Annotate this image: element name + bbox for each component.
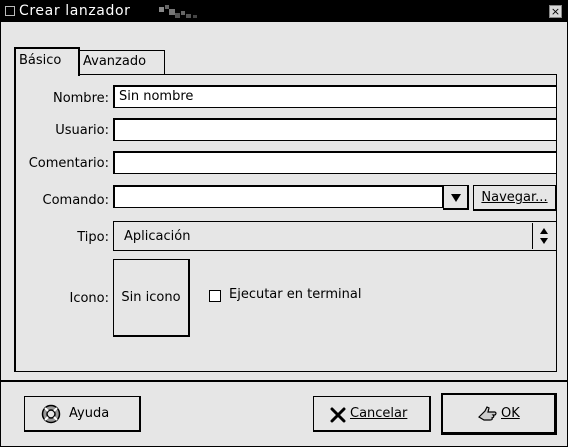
x-icon bbox=[330, 407, 346, 423]
ok-button[interactable]: OK bbox=[441, 393, 557, 435]
icon-button[interactable]: Sin icono bbox=[113, 259, 190, 337]
command-field[interactable] bbox=[113, 185, 443, 208]
user-field[interactable] bbox=[113, 118, 557, 141]
icon-label: Icono: bbox=[69, 291, 109, 306]
close-button[interactable]: × bbox=[549, 5, 562, 18]
browse-button-label: Navegar... bbox=[481, 190, 548, 205]
window-title: Crear lanzador bbox=[19, 3, 131, 19]
button-area-separator bbox=[1, 380, 567, 382]
window-menu-icon[interactable] bbox=[5, 6, 15, 16]
command-label: Comando: bbox=[42, 193, 110, 208]
type-value: Aplicación bbox=[124, 229, 191, 244]
icon-button-label: Sin icono bbox=[121, 290, 181, 305]
hand-ok-icon bbox=[478, 406, 497, 421]
down-arrow-icon bbox=[450, 194, 461, 202]
up-down-arrows-icon bbox=[540, 228, 548, 244]
name-field[interactable]: Sin nombre bbox=[113, 85, 557, 108]
command-history-dropdown[interactable] bbox=[443, 185, 469, 210]
create-launcher-window: Crear lanzador × Básico Avanzado Nombre:… bbox=[0, 0, 568, 447]
ok-button-label: OK bbox=[501, 406, 520, 421]
type-selector[interactable]: Aplicación bbox=[113, 221, 557, 251]
type-spinner[interactable] bbox=[532, 223, 554, 249]
titlebar-decoration-icon bbox=[159, 5, 197, 18]
cancel-button-label: Cancelar bbox=[350, 406, 408, 421]
type-label: Tipo: bbox=[77, 230, 109, 245]
user-label: Usuario: bbox=[55, 123, 109, 138]
comment-field[interactable] bbox=[113, 151, 557, 174]
title-bar[interactable]: Crear lanzador × bbox=[1, 1, 567, 22]
terminal-label[interactable]: Ejecutar en terminal bbox=[229, 287, 361, 302]
help-button[interactable]: Ayuda bbox=[24, 396, 141, 432]
cancel-button[interactable]: Cancelar bbox=[313, 396, 431, 432]
browse-button[interactable]: Navegar... bbox=[473, 185, 557, 211]
tab-basico[interactable]: Básico bbox=[14, 47, 80, 76]
comment-label: Comentario: bbox=[28, 156, 109, 171]
name-label: Nombre: bbox=[52, 91, 109, 106]
help-button-label: Ayuda bbox=[69, 406, 110, 421]
terminal-checkbox[interactable] bbox=[209, 290, 221, 302]
tab-avanzado[interactable]: Avanzado bbox=[80, 50, 165, 74]
lifebuoy-icon bbox=[41, 404, 61, 424]
